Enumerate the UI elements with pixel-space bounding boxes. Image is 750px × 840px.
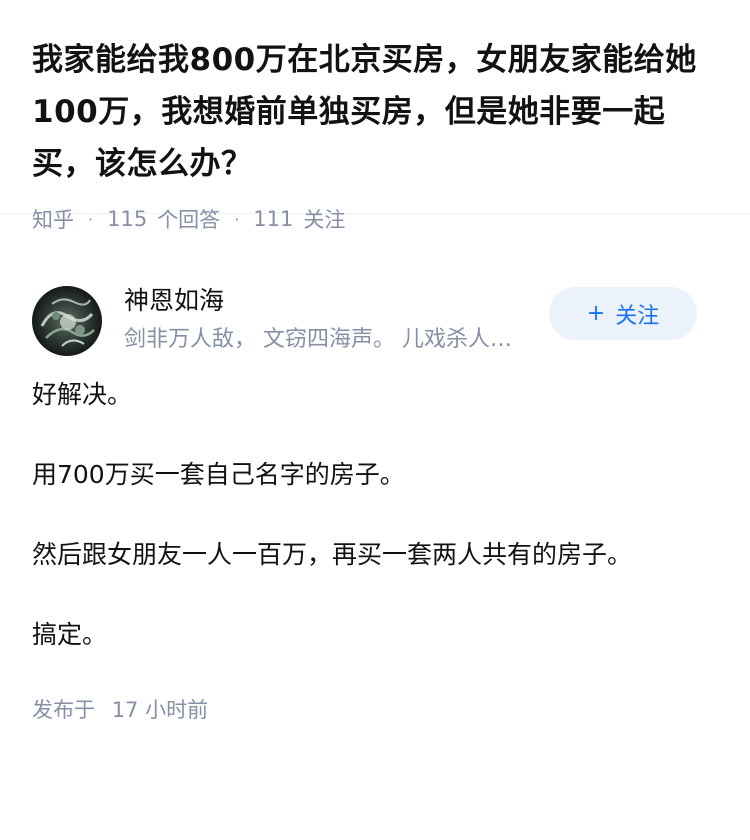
followers-label[interactable]: 关注 — [303, 204, 345, 234]
answer-paragraph: 搞定。 — [32, 620, 108, 649]
answer-footer: 发布于 17 小时前 — [0, 694, 750, 724]
answer-body: 好解决。 用700万买一套自己名字的房子。 然后跟女朋友一人一百万，再买一套两人… — [0, 374, 750, 656]
author-bio: 剑非万人敌， 文窃四海声。 儿戏杀人的 ... — [124, 327, 522, 352]
avatar-image-icon — [32, 286, 102, 356]
posted-time: 17 小时前 — [111, 698, 209, 722]
separator-dot: · — [88, 209, 94, 229]
author-info: 神恩如海 剑非万人敌， 文窃四海声。 儿戏杀人的 ... — [124, 286, 524, 354]
author-name[interactable]: 神恩如海 — [124, 286, 524, 316]
answer-paragraph: 用700万买一套自己名字的房子。 — [32, 460, 405, 489]
followers-count[interactable]: 111 — [253, 207, 293, 231]
question-meta: 知乎 · 115 个回答 · 111 关注 — [32, 204, 718, 234]
source-label[interactable]: 知乎 — [32, 204, 74, 234]
answer-paragraph: 然后跟女朋友一人一百万，再买一套两人共有的房子。 — [32, 540, 633, 569]
follow-label: 关注 — [615, 303, 660, 329]
answer-author: 神恩如海 剑非万人敌， 文窃四海声。 儿戏杀人的 ... + 关注 — [0, 286, 750, 386]
answers-label[interactable]: 个回答 — [157, 204, 220, 234]
separator-dot: · — [234, 209, 240, 229]
posted-prefix: 发布于 — [32, 698, 95, 722]
avatar[interactable] — [32, 286, 102, 356]
question-title[interactable]: 我家能给我800万在北京买房，女朋友家能给她100万，我想婚前单独买房，但是她非… — [32, 34, 718, 190]
question-header: 我家能给我800万在北京买房，女朋友家能给她100万，我想婚前单独买房，但是她非… — [0, 0, 750, 232]
answers-count[interactable]: 115 — [107, 207, 147, 231]
follow-button[interactable]: + 关注 — [549, 287, 697, 340]
plus-icon: + — [586, 300, 606, 326]
